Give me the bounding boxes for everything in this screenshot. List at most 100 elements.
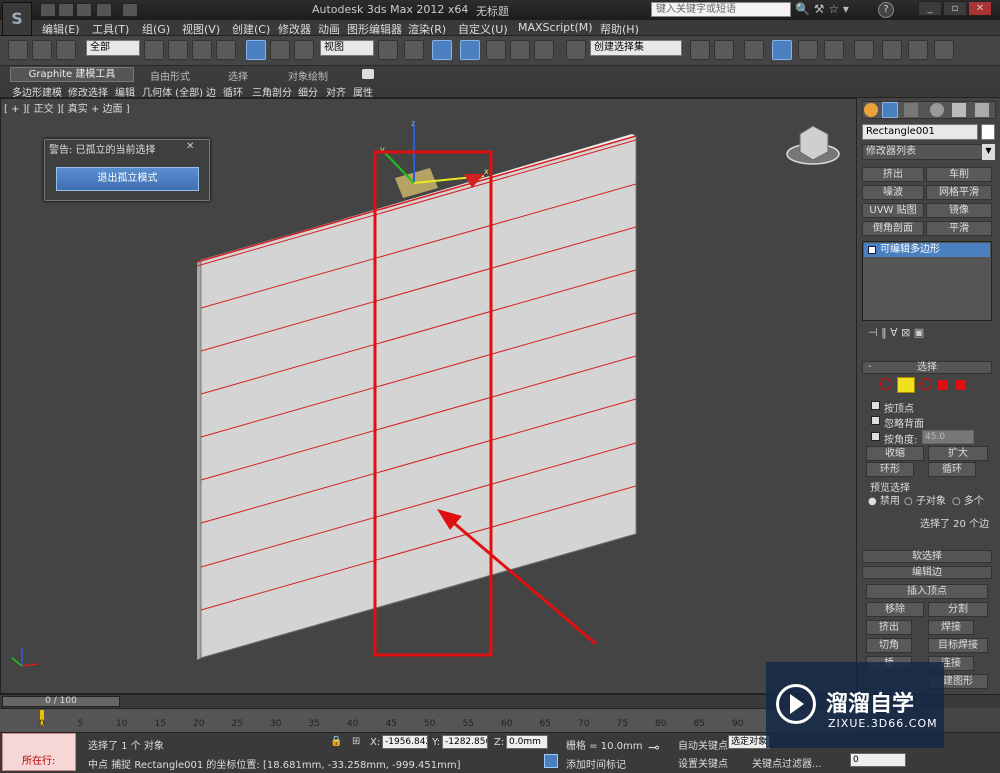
restore-button[interactable]: ▫: [943, 1, 967, 16]
angle-value-field[interactable]: 45.0: [922, 430, 974, 444]
ring-button[interactable]: 环形: [866, 462, 914, 477]
set-key-button[interactable]: 设置关键点: [678, 755, 728, 770]
window-crossing-icon[interactable]: [216, 40, 236, 60]
percent-snap-icon[interactable]: [510, 40, 530, 60]
menu-create[interactable]: 创建(C): [232, 21, 270, 37]
mirror-icon[interactable]: [690, 40, 710, 60]
menu-maxscript[interactable]: MAXScript(M): [518, 21, 593, 34]
snap-toggle-icon[interactable]: [460, 40, 480, 60]
preview-disabled-radio[interactable]: ● 禁用: [868, 492, 900, 507]
panel-properties[interactable]: 属性: [353, 84, 373, 99]
menu-rendering[interactable]: 渲染(R): [408, 21, 446, 37]
menu-edit[interactable]: 编辑(E): [42, 21, 80, 37]
ignore-backface-checkbox[interactable]: [871, 416, 880, 425]
schematic-view-icon[interactable]: [824, 40, 844, 60]
shrink-button[interactable]: 收缩: [866, 446, 924, 461]
remove-button[interactable]: 移除: [866, 602, 924, 617]
modifier-mirror-button[interactable]: 镜像: [926, 203, 992, 218]
dialog-close-icon[interactable]: ✕: [186, 141, 194, 152]
ref-coord-dropdown[interactable]: 视图: [320, 40, 374, 56]
preview-multi-radio[interactable]: ○ 多个: [952, 492, 984, 507]
display-tab-icon[interactable]: [952, 103, 966, 117]
soft-selection-rollout[interactable]: 软选择: [862, 550, 992, 563]
modifier-extrude-button[interactable]: 挤出: [862, 167, 924, 182]
tab-freeform[interactable]: 自由形式: [150, 68, 190, 83]
frame-field[interactable]: 0: [850, 753, 906, 767]
polygon-mode-icon[interactable]: [938, 380, 948, 390]
extrude-edge-button[interactable]: 挤出: [866, 620, 912, 635]
angle-snap-icon[interactable]: [486, 40, 506, 60]
absolute-mode-icon[interactable]: ⊞: [352, 736, 360, 747]
select-manipulate-icon[interactable]: [404, 40, 424, 60]
open-file-icon[interactable]: [58, 3, 74, 17]
select-move-icon[interactable]: [246, 40, 266, 60]
x-coord-field[interactable]: -1956.842r: [382, 735, 428, 749]
target-weld-button[interactable]: 目标焊接: [928, 638, 988, 653]
save-file-icon[interactable]: [76, 3, 92, 17]
panel-subdivision[interactable]: 细分: [298, 84, 318, 99]
layer-manager-icon[interactable]: [744, 40, 764, 60]
panel-tris[interactable]: 三角剖分: [252, 84, 292, 99]
edit-named-selection-icon[interactable]: [566, 40, 586, 60]
stack-tools-icons[interactable]: ⊣ ‖ ∀ ⊠ ▣: [868, 326, 992, 342]
modifier-uvw-button[interactable]: UVW 贴图: [862, 203, 924, 218]
border-mode-icon[interactable]: [920, 378, 932, 390]
graphite-toggle-icon[interactable]: [772, 40, 792, 60]
key-icon[interactable]: ⊸: [648, 740, 660, 756]
key-filters-button[interactable]: 关键点过滤器...: [752, 755, 822, 770]
motion-tab-icon[interactable]: [930, 103, 944, 117]
preview-subobject-radio[interactable]: ○ 子对象: [904, 492, 946, 507]
link-icon[interactable]: [8, 40, 28, 60]
modifier-noise-button[interactable]: 噪波: [862, 185, 924, 200]
by-angle-checkbox[interactable]: [871, 432, 880, 441]
unlink-icon[interactable]: [32, 40, 52, 60]
tab-selection[interactable]: 选择: [228, 68, 248, 83]
redo-icon[interactable]: [122, 3, 138, 17]
modifier-meshsmooth-button[interactable]: 网格平滑: [926, 185, 992, 200]
chevron-down-icon[interactable]: ▼: [982, 144, 995, 160]
minimize-button[interactable]: _: [918, 1, 942, 16]
panel-polygon-modeling[interactable]: 多边形建模: [12, 84, 62, 99]
menu-modifiers[interactable]: 修改器: [278, 21, 311, 37]
auto-key-button[interactable]: 自动关键点: [678, 737, 728, 752]
exit-isolation-button[interactable]: 退出孤立模式: [56, 167, 199, 191]
rectangle-region-icon[interactable]: [192, 40, 212, 60]
edit-edges-rollout[interactable]: 编辑边: [862, 566, 992, 579]
app-menu-icon[interactable]: S: [2, 2, 32, 36]
hierarchy-tab-icon[interactable]: [904, 103, 918, 117]
menu-tools[interactable]: 工具(T): [92, 21, 129, 37]
render-setup-icon[interactable]: [882, 40, 902, 60]
weld-button[interactable]: 焊接: [928, 620, 974, 635]
menu-group[interactable]: 组(G): [142, 21, 170, 37]
rendered-frame-icon[interactable]: [908, 40, 928, 60]
element-mode-icon[interactable]: [956, 380, 966, 390]
time-tag-icon[interactable]: [544, 754, 558, 768]
panel-loops[interactable]: 循环: [223, 84, 243, 99]
panel-modify-selection[interactable]: 修改选择: [68, 84, 108, 99]
bind-spacewarp-icon[interactable]: [56, 40, 76, 60]
selection-rollout-header[interactable]: 选择: [862, 361, 992, 374]
y-coord-field[interactable]: -1282.856r: [442, 735, 488, 749]
search-input[interactable]: 键入关键字或短语: [651, 2, 791, 17]
vertex-mode-icon[interactable]: [880, 378, 892, 390]
align-icon[interactable]: [714, 40, 734, 60]
modifier-bevel-profile-button[interactable]: 倒角剖面: [862, 221, 924, 236]
keyboard-shortcut-icon[interactable]: [432, 40, 452, 60]
menu-help[interactable]: 帮助(H): [600, 21, 639, 37]
add-time-tag-label[interactable]: 添加时间标记: [566, 756, 626, 771]
ribbon-options-icon[interactable]: [362, 69, 374, 79]
tab-graphite[interactable]: Graphite 建模工具: [10, 67, 134, 82]
panel-edit[interactable]: 编辑: [115, 84, 135, 99]
loop-button[interactable]: 循环: [928, 462, 976, 477]
named-selection-dropdown[interactable]: 创建选择集: [590, 40, 682, 56]
select-rotate-icon[interactable]: [270, 40, 290, 60]
stack-item-editable-poly[interactable]: 可编辑多边形: [864, 243, 990, 257]
curve-editor-icon[interactable]: [798, 40, 818, 60]
menu-animation[interactable]: 动画: [318, 21, 340, 37]
z-coord-field[interactable]: 0.0mm: [506, 735, 548, 749]
object-color-swatch[interactable]: [981, 124, 995, 140]
panel-align[interactable]: 对齐: [326, 84, 346, 99]
modifier-lathe-button[interactable]: 车削: [926, 167, 992, 182]
spinner-snap-icon[interactable]: [534, 40, 554, 60]
new-file-icon[interactable]: [40, 3, 56, 17]
